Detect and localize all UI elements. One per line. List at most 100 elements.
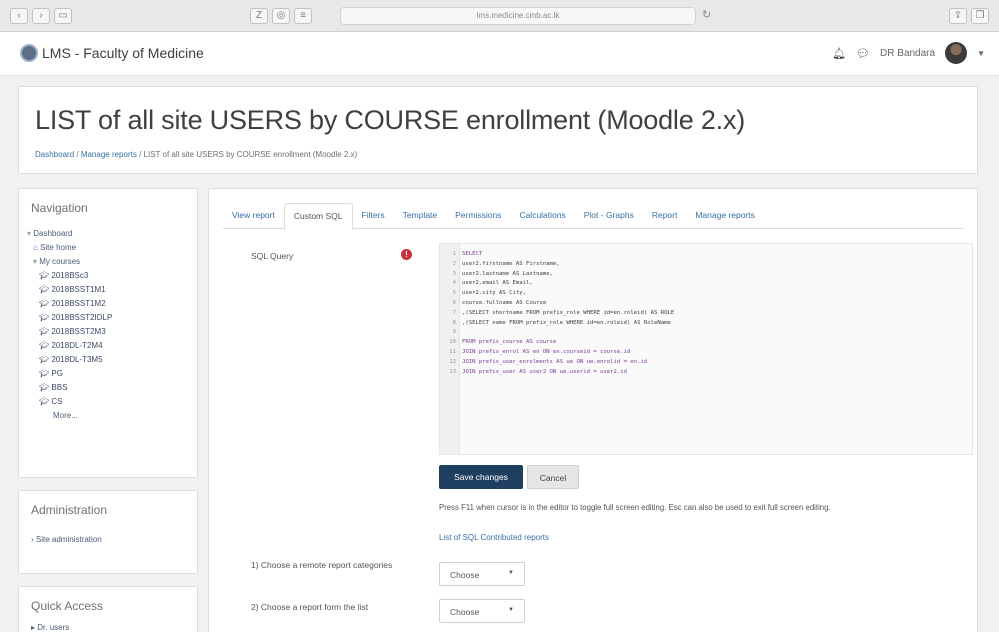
share-icon[interactable]: ⇪ [949,8,967,24]
sql-editor[interactable]: 1 SELECT 2 user2.firstname AS Firstname, 3… [439,243,973,455]
nav-more-link[interactable]: More... [27,409,112,423]
graduation-cap-icon: 🎓︎ [39,397,52,406]
graduation-cap-icon: 🎓︎ [39,355,52,364]
breadcrumb-manage-reports[interactable]: Manage reports [81,150,137,159]
site-administration-link[interactable]: › Site administration [31,535,102,544]
extension-icon[interactable]: ◎ [272,8,290,24]
code-line: 9 [452,329,456,336]
quick-access-title: Quick Access [31,599,104,613]
code-line: 5 user2.city AS City, [452,290,526,297]
nav-course-item[interactable]: 🎓︎ 2018DL-T2M4 [27,339,112,353]
tabs-icon[interactable]: ❐ [971,8,989,24]
graduation-cap-icon: 🎓︎ [39,299,52,308]
page-header: LIST of all site USERS by COURSE enrollm… [18,86,978,174]
nav-course-item[interactable]: 🎓︎ 2018BSST1M2 [27,297,112,311]
nav-course-item[interactable]: 🎓︎ 2018DL-T3M5 [27,353,112,367]
zotero-icon[interactable]: Z [250,8,268,24]
sql-code[interactable]: 1 SELECT 2 user2.firstname AS Firstname, 3… [444,250,674,377]
breadcrumb: Dashboard / Manage reports / LIST of all… [35,150,357,159]
forward-icon[interactable]: › [32,8,50,24]
code-line: 3 user2.lastname AS Lastname, [452,270,553,277]
navigation-title: Navigation [31,201,88,215]
breadcrumb-separator: / [136,150,144,159]
nav-course-item[interactable]: 🎓︎ CS [27,395,112,409]
navigation-tree: ▾ Dashboard ⌂ Site home ▾ My courses 🎓︎ … [27,227,112,423]
tab-manage-reports[interactable]: Manage reports [686,203,764,229]
remote-category-select[interactable]: Choose ▼ [439,562,525,586]
select-value: Choose [450,570,480,580]
cancel-button[interactable]: Cancel [527,465,579,489]
code-line: 11 JOIN prefix_enrol AS en ON en.courseid… [449,348,631,355]
code-line: 12 JOIN prefix_user_enrolments AS ue ON u… [449,358,648,365]
graduation-cap-icon: 🎓︎ [39,327,52,336]
nav-site-home[interactable]: ⌂ Site home [27,241,112,255]
code-line: 1 SELECT [452,251,483,257]
chat-icon[interactable]: 💬︎ [856,47,870,60]
site-name[interactable]: LMS - Faculty of Medicine [42,45,204,61]
tab-calculations[interactable]: Calculations [510,203,574,229]
code-line: 8 ,(SELECT name FROM prefix_role WHERE id… [452,319,671,326]
main-content: View report Custom SQL Filters Template … [208,188,978,632]
chevron-down-icon: ▼ [508,570,514,576]
tab-report[interactable]: Report [643,203,687,229]
site-logo[interactable] [20,44,38,62]
code-line: 13 JOIN prefix_user AS user2 ON ue.userid… [449,368,628,375]
bell-icon[interactable]: 🔔︎ [832,47,846,60]
remote-category-label: 1) Choose a remote report categories [251,560,393,570]
page-title: LIST of all site USERS by COURSE enrollm… [35,105,746,135]
graduation-cap-icon: 🎓︎ [39,341,52,350]
tab-custom-sql[interactable]: Custom SQL [283,203,353,230]
breadcrumb-dashboard[interactable]: Dashboard [35,150,74,159]
nav-course-item[interactable]: 🎓︎ 2018BSST2M3 [27,325,112,339]
graduation-cap-icon: 🎓︎ [39,383,52,392]
report-list-select[interactable]: Choose ▼ [439,599,525,623]
nav-dashboard[interactable]: ▾ Dashboard [27,227,112,241]
user-name[interactable]: DR Bandara [880,48,935,59]
nav-course-item[interactable]: 🎓︎ 2018BSST1M1 [27,283,112,297]
administration-title: Administration [31,503,108,517]
tab-view-report[interactable]: View report [223,203,284,229]
home-icon: ⌂ [33,243,41,252]
quick-access-item[interactable]: ▸ Dr. users [31,623,69,632]
administration-block: Administration › Site administration [18,490,198,574]
nav-course-item[interactable]: 🎓︎ PG [27,367,112,381]
nav-my-courses[interactable]: ▾ My courses [27,255,112,269]
sql-query-label: SQL Query [251,251,294,261]
graduation-cap-icon: 🎓︎ [39,369,52,378]
fullscreen-help-text: Press F11 when cursor is in the editor t… [439,503,831,512]
chevron-down-icon[interactable]: ▼ [977,49,985,58]
required-error-icon: ! [401,249,412,260]
tab-filters[interactable]: Filters [353,203,394,229]
avatar[interactable] [945,42,968,64]
code-line: 7 ,(SELECT shortname FROM prefix_role WHE… [452,309,675,316]
contributed-reports-link[interactable]: List of SQL Contributed reports [439,533,549,542]
reader-icon[interactable]: ≡ [294,8,312,24]
graduation-cap-icon: 🎓︎ [39,271,52,280]
tab-plot-graphs[interactable]: Plot - Graphs [575,203,643,229]
quick-access-block: Quick Access ▸ Dr. users [18,586,198,632]
navigation-block: Navigation ▾ Dashboard ⌂ Site home ▾ My … [18,188,198,478]
breadcrumb-current: LIST of all site USERS by COURSE enrollm… [143,150,358,159]
chevron-down-icon: ▼ [508,607,514,613]
address-bar[interactable]: lms.medicine.cmb.ac.lk [340,7,696,25]
code-line: 10 FROM prefix_course AS course [449,339,557,346]
graduation-cap-icon: 🎓︎ [39,313,52,322]
report-tabs: View report Custom SQL Filters Template … [223,203,963,230]
save-button[interactable]: Save changes [439,465,523,489]
tab-template[interactable]: Template [394,203,447,229]
report-list-label: 2) Choose a report form the list [251,602,369,612]
code-line: 2 user2.firstname AS Firstname, [452,260,560,267]
browser-toolbar: ‹ › ▭ Z ◎ ≡ lms.medicine.cmb.ac.lk ↻ ⇪ ❐ [0,0,999,32]
sidebar-toggle-icon[interactable]: ▭ [54,8,72,24]
back-icon[interactable]: ‹ [10,8,28,24]
tab-permissions[interactable]: Permissions [446,203,510,229]
select-value: Choose [450,607,480,617]
site-navbar: LMS - Faculty of Medicine 🔔︎ 💬︎ DR Banda… [0,32,999,76]
breadcrumb-separator: / [74,150,81,159]
code-line: 4 user2.email AS Email, [452,280,533,287]
code-line: 6 course.fullname AS Course [452,299,547,306]
nav-course-item[interactable]: 🎓︎ BBS [27,381,112,395]
nav-course-item[interactable]: 🎓︎ 2018BSc3 [27,269,112,283]
reload-icon[interactable]: ↻ [702,8,711,21]
nav-course-item[interactable]: 🎓︎ 2018BSST2IDLP [27,311,112,325]
